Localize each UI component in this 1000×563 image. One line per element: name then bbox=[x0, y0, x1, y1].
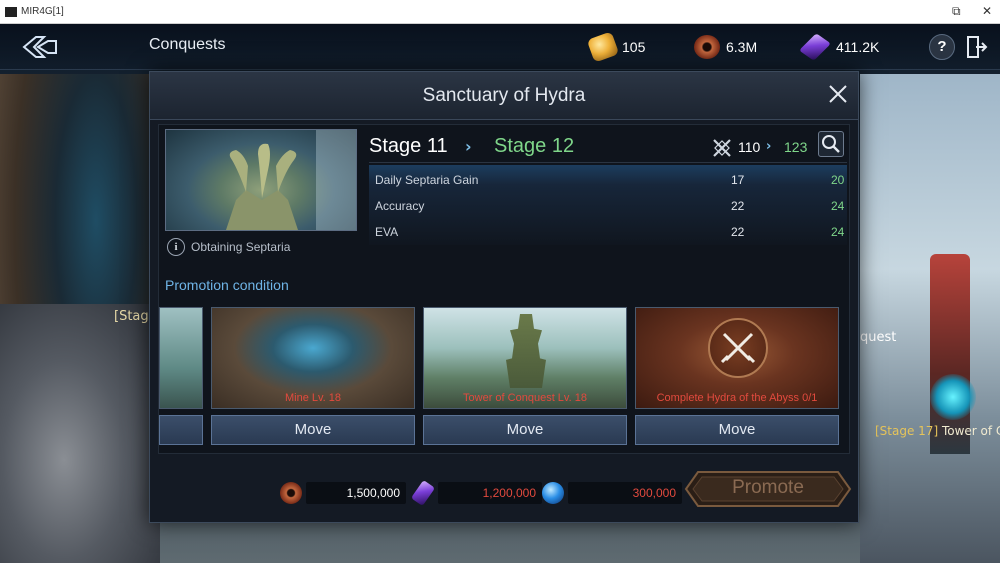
stat-next: 24 bbox=[831, 225, 845, 239]
cost-copper: 1,500,000 bbox=[280, 480, 406, 506]
energy-orb-icon bbox=[542, 482, 564, 504]
crossed-swords-emblem bbox=[708, 318, 768, 378]
resource-copper-value: 6.3M bbox=[726, 39, 758, 55]
background-stage-label-left[interactable]: [Stag bbox=[114, 309, 149, 324]
condition-label: Tower of Conquest Lv. 18 bbox=[463, 392, 587, 404]
resource-darksteel[interactable]: 411.2K bbox=[799, 32, 880, 62]
move-button-partial[interactable] bbox=[159, 415, 203, 445]
stat-current: 17 bbox=[731, 173, 745, 187]
stat-row-accuracy: Accuracy 22 24 bbox=[375, 195, 845, 217]
hydra-statue-icon bbox=[226, 130, 356, 230]
stat-next: 20 bbox=[831, 173, 845, 187]
close-icon bbox=[829, 85, 847, 103]
hydra-image bbox=[165, 129, 357, 231]
back-button[interactable] bbox=[18, 32, 62, 62]
resource-darksteel-value: 411.2K bbox=[836, 39, 880, 55]
magnifier-icon bbox=[822, 135, 840, 153]
power-next: 123 bbox=[784, 139, 808, 155]
modal-body: i Obtaining Septaria Stage 11 › Stage 12… bbox=[158, 124, 850, 454]
stat-label: EVA bbox=[375, 225, 399, 239]
stage-progress-row: Stage 11 › Stage 12 110 › 123 bbox=[369, 131, 847, 163]
window-title: MIR4G[1] bbox=[21, 6, 64, 17]
stage17-prefix: [Stage 17] bbox=[875, 424, 939, 438]
resource-gold-value: 105 bbox=[622, 39, 646, 55]
top-navigation-bar: Conquests 105 6.3M 411.2K ? bbox=[0, 24, 1000, 70]
background-crystal-glow bbox=[930, 374, 976, 420]
image-caption: Obtaining Septaria bbox=[191, 240, 291, 254]
promote-label: Promote bbox=[732, 477, 804, 498]
stage17-suffix: Tower of C bbox=[938, 424, 1000, 438]
cost-copper-value: 1,500,000 bbox=[306, 482, 406, 504]
app-icon bbox=[5, 6, 17, 17]
condition-card-tower: Tower of Conquest Lv. 18 bbox=[423, 307, 627, 409]
close-window-button[interactable]: ✕ bbox=[982, 4, 992, 18]
stage-arrow-icon: › bbox=[465, 137, 472, 156]
stage-details-button[interactable] bbox=[818, 131, 844, 157]
move-button-mine[interactable]: Move bbox=[211, 415, 415, 445]
close-modal-button[interactable] bbox=[826, 82, 850, 106]
condition-label: Mine Lv. 18 bbox=[284, 392, 342, 404]
modal-title: Sanctuary of Hydra bbox=[422, 85, 586, 106]
current-stage: Stage 11 bbox=[369, 135, 448, 157]
condition-card-partial bbox=[159, 307, 203, 409]
exit-door-icon bbox=[967, 36, 988, 58]
copper-orb-icon bbox=[694, 35, 720, 59]
stat-current: 22 bbox=[731, 199, 745, 213]
stat-row-septaria: Daily Septaria Gain 17 20 bbox=[375, 169, 845, 191]
modal-header: Sanctuary of Hydra bbox=[150, 72, 858, 120]
promote-button[interactable]: Promote bbox=[684, 466, 852, 512]
stat-current: 22 bbox=[731, 225, 745, 239]
cost-darksteel: 1,200,000 bbox=[410, 479, 542, 507]
cost-energy: 300,000 bbox=[542, 480, 682, 506]
page-title: Conquests bbox=[149, 36, 226, 53]
info-icon: i bbox=[167, 238, 185, 256]
obtaining-septaria-info[interactable]: i Obtaining Septaria bbox=[167, 237, 290, 257]
condition-card-mine: Mine Lv. 18 bbox=[211, 307, 415, 409]
background-rocks-left bbox=[0, 304, 160, 563]
background-stage17-label[interactable]: [Stage 17] Tower of C bbox=[875, 424, 1000, 438]
window-titlebar: MIR4G[1] ⧉ ✕ bbox=[0, 0, 1000, 24]
move-button-tower[interactable]: Move bbox=[423, 415, 627, 445]
pagoda-image bbox=[506, 314, 546, 388]
move-button-hydra[interactable]: Move bbox=[635, 415, 839, 445]
cost-energy-value: 300,000 bbox=[568, 482, 682, 504]
stat-row-eva: EVA 22 24 bbox=[375, 221, 845, 243]
condition-label: Complete Hydra of the Abyss 0/1 bbox=[656, 392, 818, 404]
gold-ingot-icon bbox=[586, 31, 620, 63]
back-arrow-icon bbox=[22, 36, 57, 58]
stat-label: Daily Septaria Gain bbox=[375, 173, 479, 187]
stat-next: 24 bbox=[831, 199, 845, 213]
cost-darksteel-value: 1,200,000 bbox=[438, 482, 542, 504]
crossed-swords-icon bbox=[720, 332, 756, 364]
condition-card-hydra: Complete Hydra of the Abyss 0/1 bbox=[635, 307, 839, 409]
darksteel-crystal-icon bbox=[799, 33, 831, 61]
exit-button[interactable] bbox=[964, 34, 990, 60]
darksteel-crystal-icon bbox=[410, 479, 436, 507]
help-button[interactable]: ? bbox=[929, 34, 955, 60]
promotion-condition-heading: Promotion condition bbox=[165, 277, 289, 293]
resource-gold[interactable]: 105 bbox=[586, 31, 646, 63]
copper-orb-icon bbox=[280, 482, 302, 504]
background-conquest-label-right[interactable]: quest bbox=[860, 330, 896, 345]
next-stage: Stage 12 bbox=[494, 135, 575, 157]
stat-label: Accuracy bbox=[375, 199, 425, 213]
sanctuary-modal: Sanctuary of Hydra i Obtaining Septaria … bbox=[149, 71, 859, 523]
power-current: 110 bbox=[738, 139, 761, 155]
restore-window-button[interactable]: ⧉ bbox=[952, 4, 961, 19]
resource-copper[interactable]: 6.3M bbox=[694, 32, 757, 62]
power-arrow-icon: › bbox=[766, 139, 772, 154]
crossed-swords-icon bbox=[713, 139, 731, 157]
